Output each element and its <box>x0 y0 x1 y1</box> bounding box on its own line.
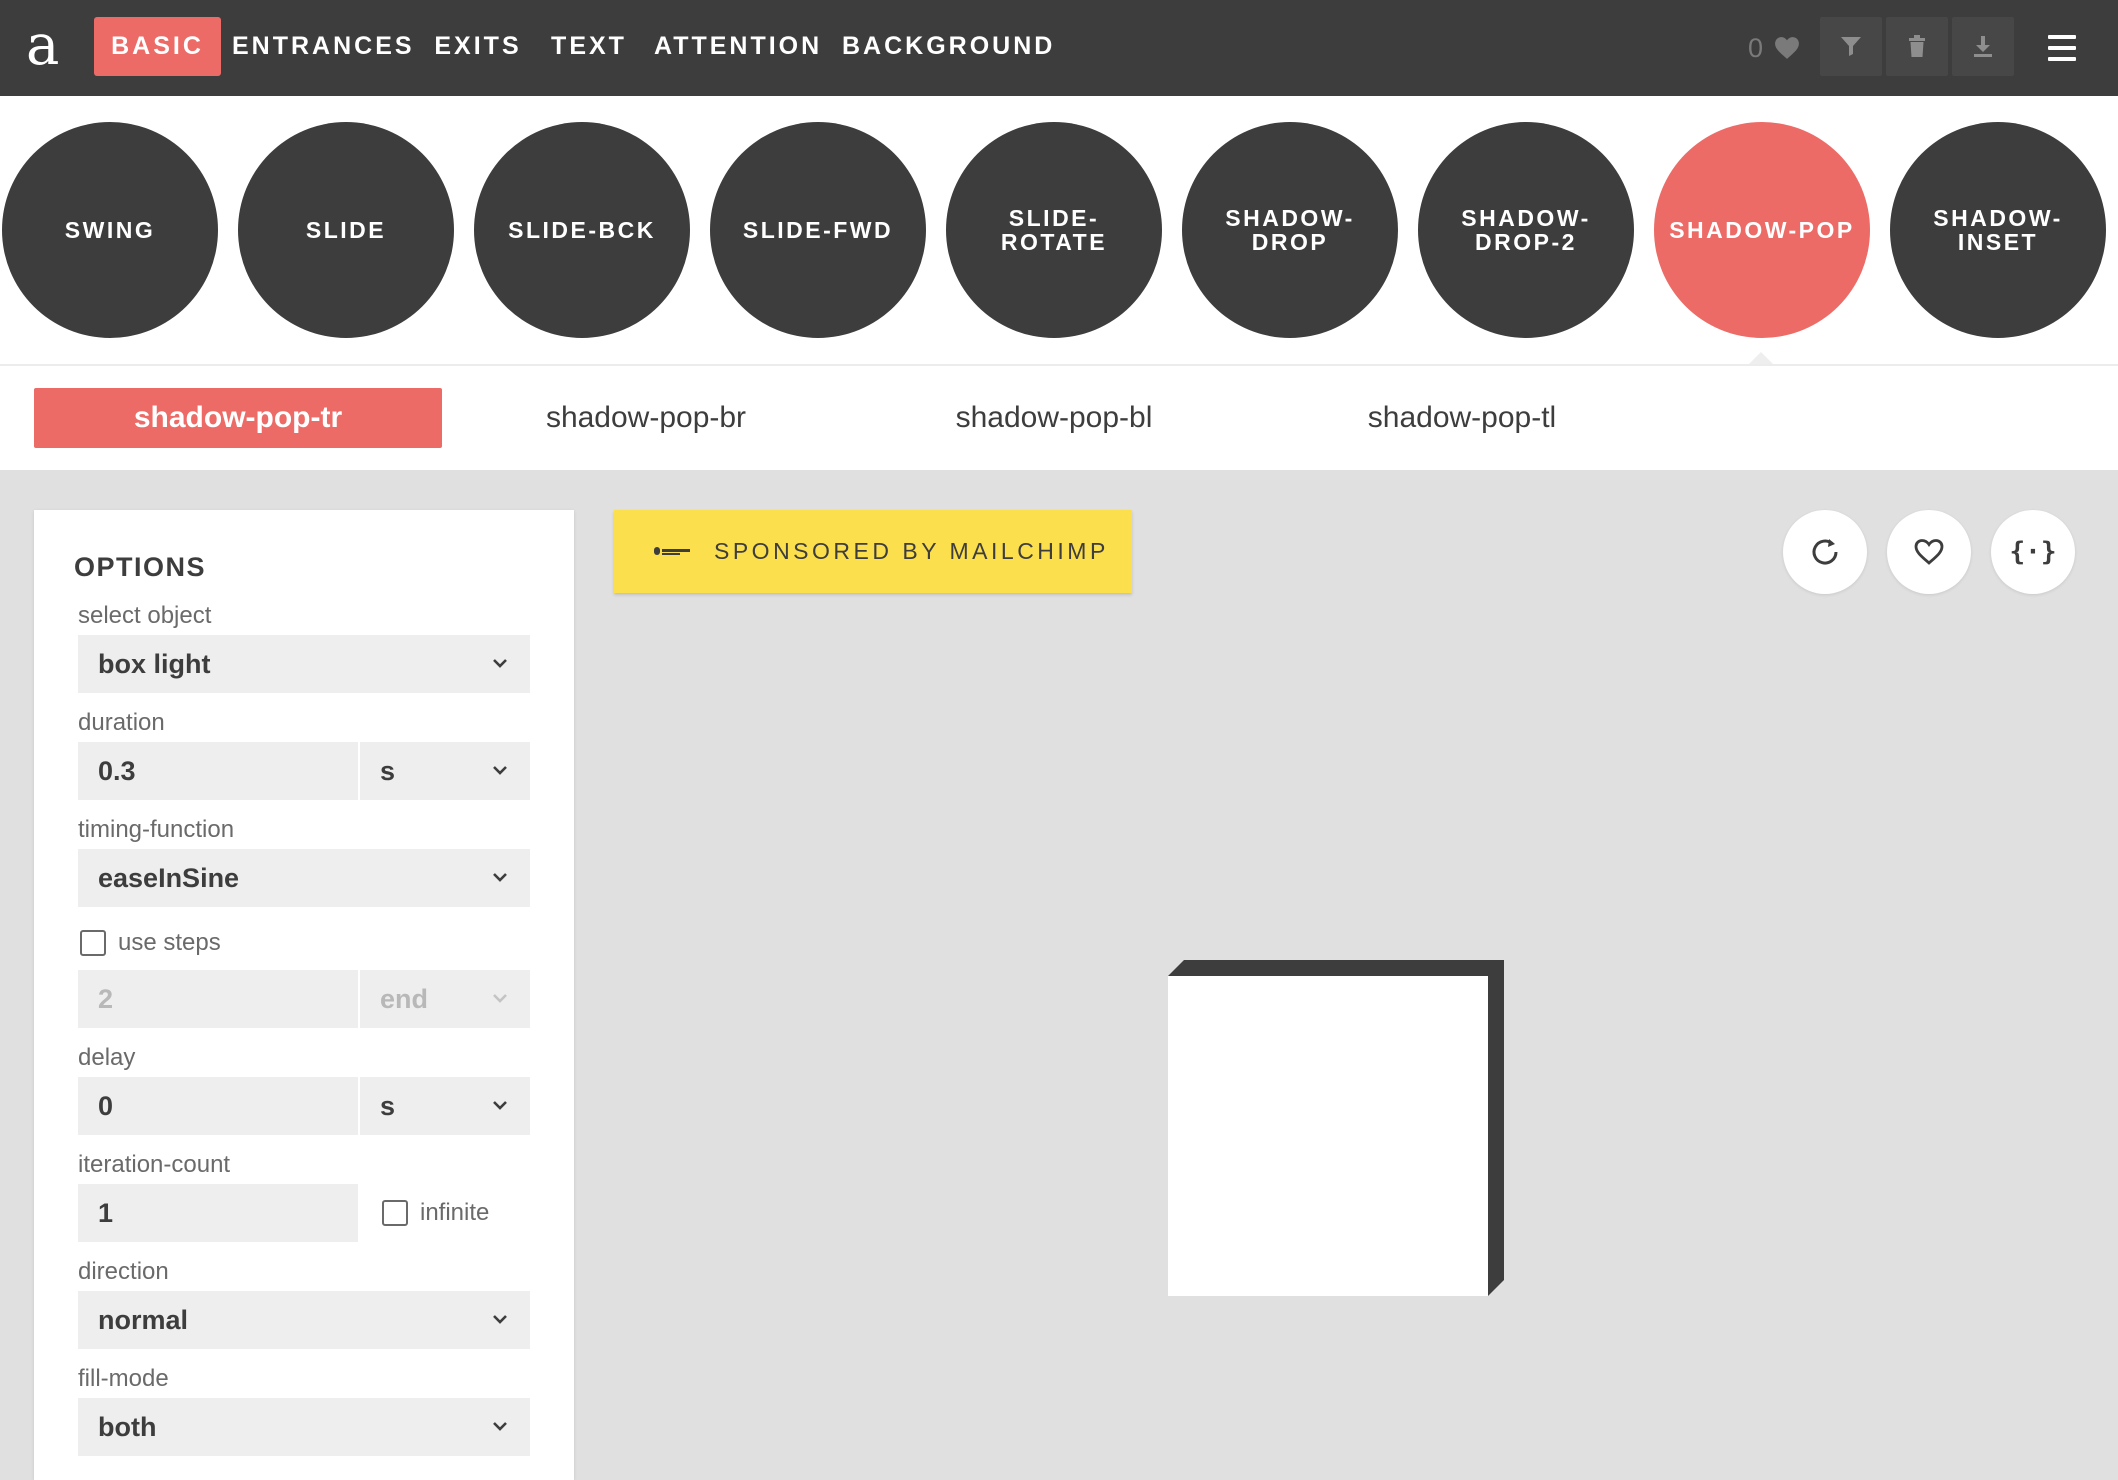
get-code-button[interactable]: {·} <box>1991 510 2075 594</box>
active-pointer <box>1749 352 1773 364</box>
steps-position-value: end <box>380 984 429 1014</box>
app-logo[interactable]: a <box>26 14 59 78</box>
tab-text[interactable]: TEXT <box>550 17 628 76</box>
duration-value: 0.3 <box>98 756 136 786</box>
animation-slide[interactable]: SLIDE <box>238 122 454 338</box>
infinite-checkbox[interactable]: infinite <box>382 1198 542 1228</box>
infinite-label: infinite <box>420 1199 490 1226</box>
use-steps-label: use steps <box>118 929 221 956</box>
direction-label: direction <box>78 1258 169 1285</box>
mailchimp-logo-icon <box>654 547 690 555</box>
trash-icon <box>1909 35 1925 57</box>
replay-button[interactable] <box>1783 510 1867 594</box>
iteration-count-label: iteration-count <box>78 1151 231 1178</box>
clear-favorites-button[interactable] <box>1886 17 1948 76</box>
timing-function-select[interactable]: easeInSine <box>78 849 530 907</box>
top-navbar: a BASIC ENTRANCES EXITS TEXT ATTENTION B… <box>0 0 2118 96</box>
fill-mode-value: both <box>98 1412 157 1442</box>
options-title: OPTIONS <box>74 552 207 582</box>
steps-count-value: 2 <box>98 984 114 1014</box>
direction-value: normal <box>98 1305 189 1335</box>
direction-select[interactable]: normal <box>78 1291 530 1349</box>
iteration-count-value: 1 <box>98 1198 114 1228</box>
favorite-button[interactable] <box>1887 510 1971 594</box>
fill-mode-label: fill-mode <box>78 1365 169 1392</box>
steps-count-input: 2 <box>78 970 358 1028</box>
variant-shadow-pop-bl[interactable]: shadow-pop-bl <box>850 388 1258 448</box>
variant-shadow-pop-tl[interactable]: shadow-pop-tl <box>1258 388 1666 448</box>
chevron-down-icon <box>493 659 507 668</box>
heart-icon <box>1775 37 1799 59</box>
chevron-down-icon <box>493 1101 507 1110</box>
steps-position-select: end <box>360 970 530 1028</box>
chevron-down-icon <box>493 766 507 775</box>
animation-slide-rotate[interactable]: SLIDE-ROTATE <box>946 122 1162 338</box>
delay-value: 0 <box>98 1091 114 1121</box>
tab-background[interactable]: BACKGROUND <box>842 17 1052 76</box>
delay-input[interactable]: 0 <box>78 1077 358 1135</box>
variant-shadow-pop-tr[interactable]: shadow-pop-tr <box>34 388 442 448</box>
preview-box <box>1168 960 1504 1296</box>
tab-entrances[interactable]: ENTRANCES <box>232 17 412 76</box>
delay-unit-value: s <box>380 1091 396 1121</box>
animation-shadow-inset[interactable]: SHADOW-INSET <box>1890 122 2106 338</box>
heart-icon <box>1914 539 1944 565</box>
fill-mode-select[interactable]: both <box>78 1398 530 1456</box>
tab-basic[interactable]: BASIC <box>94 17 221 76</box>
iteration-count-input[interactable]: 1 <box>78 1184 358 1242</box>
code-icon: {·} <box>2009 537 2057 567</box>
use-steps-checkbox[interactable]: use steps <box>80 928 380 958</box>
select-object-value: box light <box>98 649 211 679</box>
variant-list: shadow-pop-tr shadow-pop-br shadow-pop-b… <box>0 364 2118 470</box>
animation-shadow-drop[interactable]: SHADOW-DROP <box>1182 122 1398 338</box>
menu-icon <box>2048 35 2076 39</box>
animation-list: SWING SLIDE SLIDE-BCK SLIDE-FWD SLIDE-RO… <box>0 96 2118 364</box>
timing-function-value: easeInSine <box>98 863 240 893</box>
use-steps-box <box>80 930 106 956</box>
options-panel: OPTIONS select object box light duration… <box>34 510 574 1480</box>
duration-input[interactable]: 0.3 <box>78 742 358 800</box>
delay-unit-select[interactable]: s <box>360 1077 530 1135</box>
chevron-down-icon <box>493 1315 507 1324</box>
download-button[interactable] <box>1952 17 2014 76</box>
sponsor-banner[interactable]: SPONSORED BY MAILCHIMP <box>614 510 1132 593</box>
chevron-down-icon <box>493 1422 507 1431</box>
delay-label: delay <box>78 1044 136 1071</box>
menu-button[interactable] <box>2040 26 2084 70</box>
duration-label: duration <box>78 709 165 736</box>
infinite-box <box>382 1200 408 1226</box>
chevron-down-icon <box>493 873 507 882</box>
favorites-count: 0 <box>1748 33 1764 63</box>
variant-shadow-pop-br[interactable]: shadow-pop-br <box>442 388 850 448</box>
chevron-down-icon <box>493 994 507 1003</box>
animation-slide-fwd[interactable]: SLIDE-FWD <box>710 122 926 338</box>
menu-icon-bar <box>2048 57 2076 61</box>
replay-icon <box>1812 539 1838 565</box>
animation-shadow-pop[interactable]: SHADOW-POP <box>1654 122 1870 338</box>
duration-unit-value: s <box>380 756 396 786</box>
select-object-label: select object <box>78 602 212 629</box>
animation-swing[interactable]: SWING <box>2 122 218 338</box>
filter-button[interactable] <box>1820 17 1882 76</box>
animation-slide-bck[interactable]: SLIDE-BCK <box>474 122 690 338</box>
sponsor-text: SPONSORED BY MAILCHIMP <box>714 538 1109 564</box>
filter-icon <box>1841 37 1861 56</box>
tab-exits[interactable]: EXITS <box>432 17 524 76</box>
select-object-select[interactable]: box light <box>78 635 530 693</box>
menu-icon-bar <box>2048 46 2076 50</box>
tab-attention[interactable]: ATTENTION <box>654 17 819 76</box>
timing-function-label: timing-function <box>78 816 235 843</box>
animation-shadow-drop-2[interactable]: SHADOW-DROP-2 <box>1418 122 1634 338</box>
favorites-counter[interactable]: 0 <box>1748 30 1799 66</box>
download-icon <box>1974 36 1992 57</box>
duration-unit-select[interactable]: s <box>360 742 530 800</box>
